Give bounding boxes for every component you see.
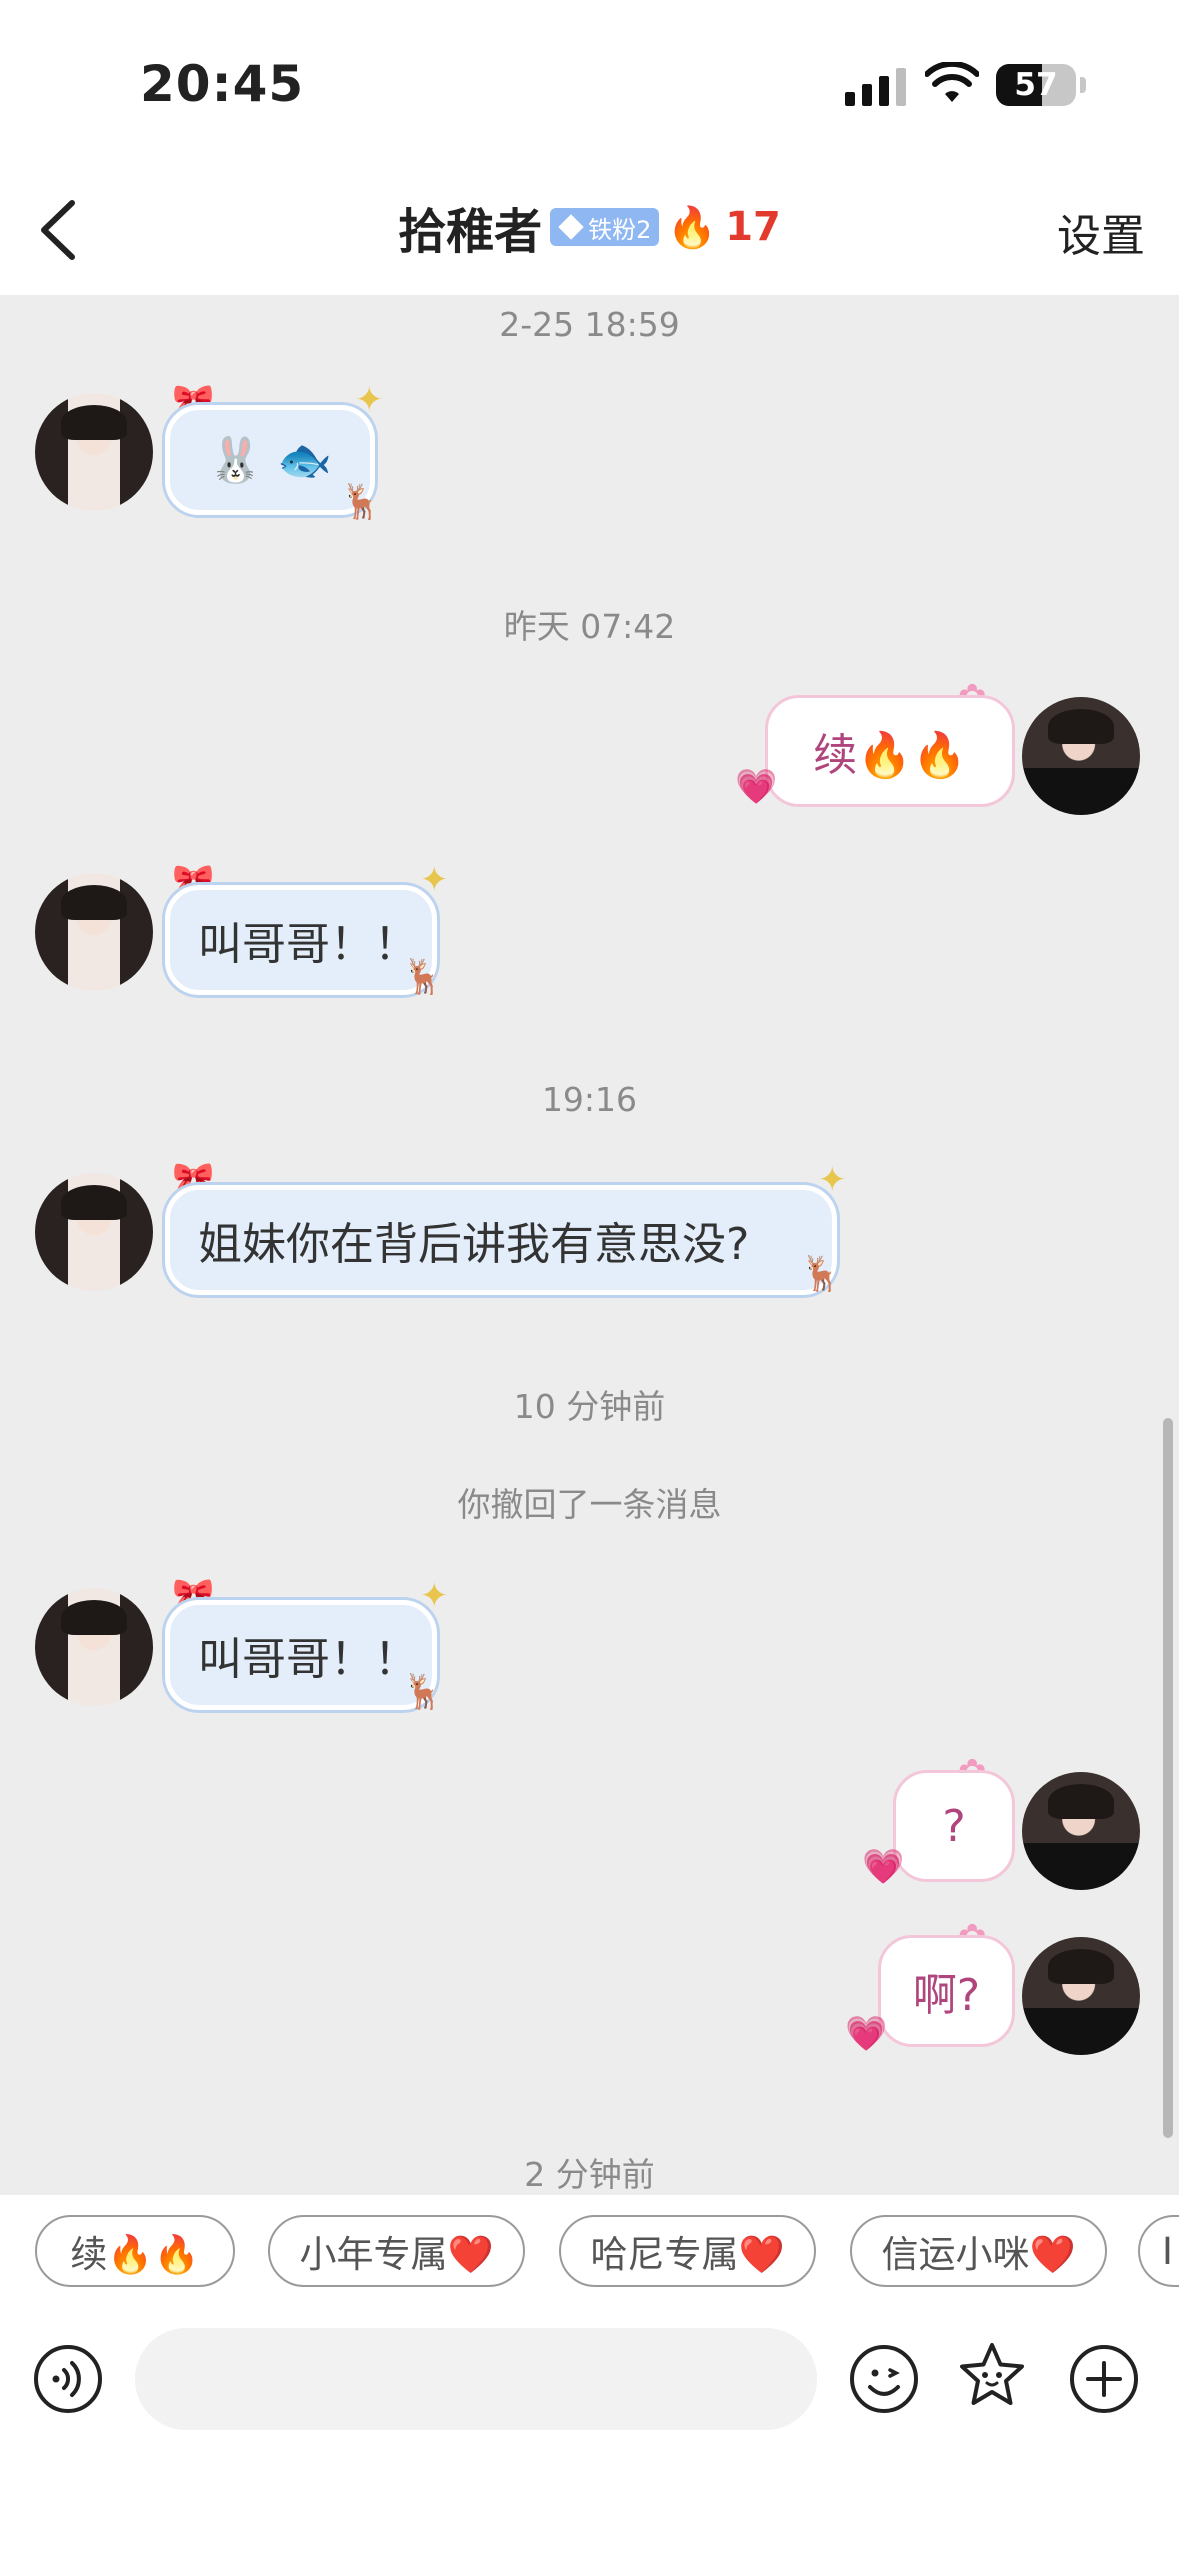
my-avatar[interactable]	[1022, 1772, 1140, 1890]
status-time: 20:45	[140, 55, 305, 113]
quick-reply-bar: 续🔥🔥 小年专属❤️ 哈尼专属❤️ 信运小咪❤️ I	[0, 2195, 1179, 2310]
outgoing-message-bubble[interactable]: 续🔥🔥	[765, 695, 1015, 807]
contact-avatar[interactable]	[35, 1588, 153, 1706]
fire-icon: 🔥	[667, 204, 718, 251]
timestamp: 昨天 07:42	[503, 607, 676, 646]
quick-reply-chip[interactable]: 哈尼专属❤️	[559, 2215, 816, 2287]
incoming-message-bubble[interactable]: 叫哥哥！！	[165, 885, 437, 995]
settings-button[interactable]: 设置	[1057, 200, 1145, 264]
voice-icon[interactable]	[32, 2343, 104, 2415]
quick-reply-chip[interactable]: 续🔥🔥	[35, 2215, 235, 2287]
quick-reply-chip[interactable]: 小年专属❤️	[268, 2215, 525, 2287]
timestamp: 19:16	[541, 1080, 638, 1119]
heart-decoration-icon: 💗	[735, 767, 778, 807]
incoming-message-bubble[interactable]: 叫哥哥！！	[165, 1600, 437, 1710]
incoming-message-bubble[interactable]: 姐妹你在背后讲我有意思没?	[165, 1185, 837, 1295]
contact-avatar[interactable]	[35, 873, 153, 991]
outgoing-message-bubble[interactable]: ?	[893, 1770, 1015, 1882]
message-input-bar	[0, 2310, 1179, 2556]
message-text: ?	[942, 1800, 966, 1852]
timestamp: 2 分钟前	[524, 2155, 655, 2194]
message-text: 姐妹你在背后讲我有意思没?	[198, 1219, 750, 1270]
my-avatar[interactable]	[1022, 697, 1140, 815]
chat-message-list[interactable]: 2-25 18:59 🎀 ✦ 🐰 🐟 🦌 昨天 07:42 ✿ 续🔥🔥 💗 🎀 …	[0, 295, 1179, 2195]
message-input[interactable]	[135, 2328, 817, 2430]
timestamp: 10 分钟前	[513, 1387, 666, 1426]
quick-reply-chip[interactable]: 信运小咪❤️	[850, 2215, 1107, 2287]
deer-decoration-icon: 🦌	[402, 957, 445, 997]
star-sticker-icon[interactable]	[956, 2340, 1028, 2412]
fan-badge-label: 铁粉2	[588, 215, 652, 244]
message-text: 叫哥哥！！	[198, 1634, 418, 1685]
status-bar: 20:45 57	[0, 0, 1179, 170]
cellular-signal-icon	[845, 68, 906, 106]
streak-count: 17	[725, 204, 781, 250]
battery-icon: 57	[996, 64, 1076, 106]
chat-scrollbar[interactable]	[1163, 1418, 1173, 2138]
deer-decoration-icon: 🦌	[340, 482, 383, 522]
battery-tip	[1080, 77, 1086, 93]
deer-decoration-icon: 🦌	[800, 1254, 843, 1294]
plus-circle-icon[interactable]	[1068, 2343, 1140, 2415]
chat-title-group[interactable]: 拾稚者 铁粉2 🔥 17	[0, 192, 1179, 262]
heart-decoration-icon: 💗	[862, 1847, 905, 1887]
chat-header: 拾稚者 铁粉2 🔥 17 设置	[0, 170, 1179, 295]
quick-reply-chip[interactable]: I	[1138, 2215, 1179, 2287]
outgoing-message-bubble[interactable]: 啊?	[878, 1935, 1015, 2047]
message-text: 续🔥🔥	[813, 730, 967, 781]
contact-name: 拾稚者	[398, 204, 543, 260]
recall-notice: 你撤回了一条消息	[457, 1485, 722, 1524]
diamond-icon	[558, 214, 584, 240]
heart-decoration-icon: 💗	[845, 2014, 888, 2054]
deer-decoration-icon: 🦌	[402, 1672, 445, 1712]
fan-level-badge: 铁粉2	[550, 208, 660, 246]
contact-avatar[interactable]	[35, 393, 153, 511]
message-text: 叫哥哥！！	[198, 919, 418, 970]
my-avatar[interactable]	[1022, 1937, 1140, 2055]
message-text: 啊?	[912, 1970, 981, 2021]
message-text: 🐰 🐟	[208, 435, 332, 486]
contact-avatar[interactable]	[35, 1173, 153, 1291]
timestamp: 2-25 18:59	[499, 305, 680, 344]
battery-percent: 57	[1014, 67, 1058, 103]
wifi-icon	[925, 62, 979, 102]
emoji-icon[interactable]	[848, 2343, 920, 2415]
